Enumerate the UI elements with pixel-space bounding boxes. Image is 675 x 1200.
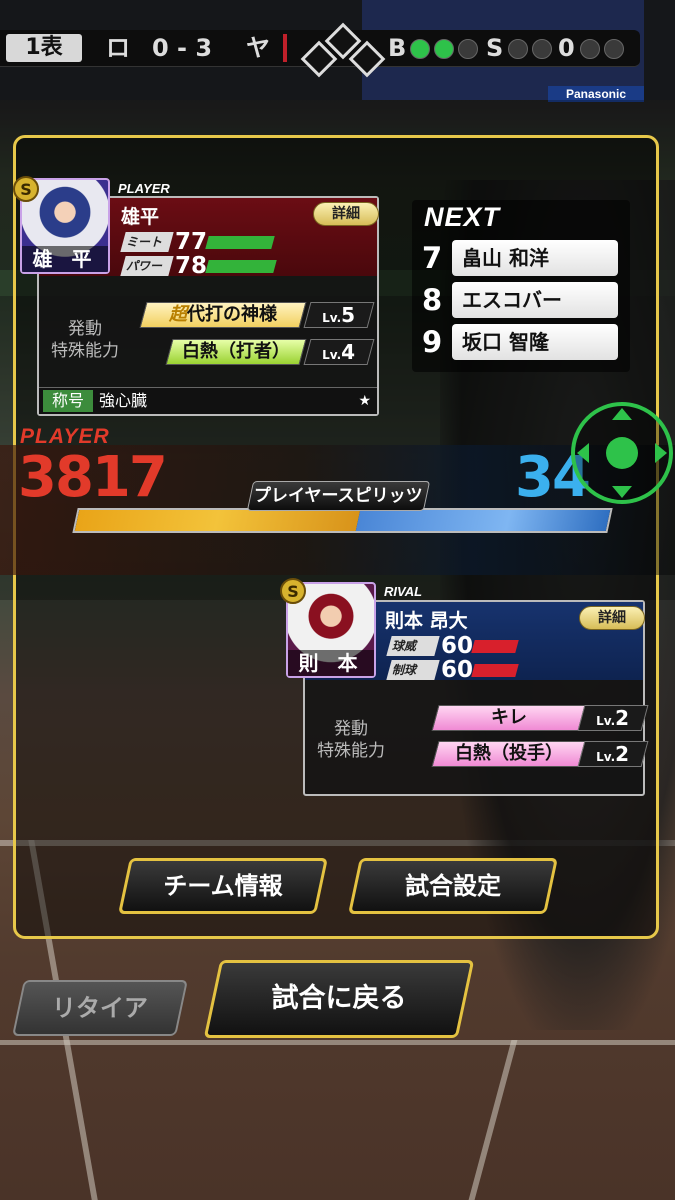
ability-kire-level: Lv.2 xyxy=(577,705,649,731)
rival-avatar-name: 則 本 xyxy=(288,650,374,676)
dpad-icon[interactable] xyxy=(571,402,673,504)
power-bar xyxy=(205,260,277,273)
meet-label: ミート xyxy=(120,232,174,252)
back-to-game-label: 試合に戻る xyxy=(271,983,407,1014)
scoreboard: Panasonic 1表 ロ 0 - 3 ヤ B S 0 xyxy=(0,0,675,102)
power-value: 78 xyxy=(175,253,208,279)
rival-tag: RIVAL xyxy=(384,584,423,599)
rival-ability-header: 発動 特殊能力 xyxy=(317,719,385,761)
ability-hakunetsu-pitcher[interactable]: 白熱（投手） xyxy=(431,741,587,767)
ability-daida[interactable]: 超代打の神様 xyxy=(139,302,307,328)
next-batter-number: 9 xyxy=(422,325,443,359)
rival-name: 則本 昂大 xyxy=(385,610,468,632)
velocity-value: 60 xyxy=(441,633,474,659)
spirits-balance-bar xyxy=(72,508,613,533)
retire-button[interactable]: リタイア xyxy=(12,980,188,1036)
ability-hakunetsu-batter-name: 白熱（打者） xyxy=(182,341,290,362)
out-dot-1 xyxy=(580,39,600,59)
score: 0 - 3 xyxy=(152,34,213,62)
rival-detail-button[interactable]: 詳細 xyxy=(579,606,645,630)
rank-s-icon: S xyxy=(280,578,306,604)
ability-kire-name: キレ xyxy=(491,707,527,728)
ability-hakunetsu-pitcher-level: Lv.2 xyxy=(577,741,649,767)
ball-dot-2 xyxy=(434,39,454,59)
lv-value: 2 xyxy=(615,742,630,766)
control-value: 60 xyxy=(441,657,474,683)
next-batter-name: 畠山 和洋 xyxy=(452,240,618,276)
ability-hakunetsu-batter[interactable]: 白熱（打者） xyxy=(165,339,307,365)
back-to-game-button[interactable]: 試合に戻る xyxy=(203,960,475,1038)
player-ability-header: 発動 特殊能力 xyxy=(51,319,119,361)
ability-daida-name: 代打の神様 xyxy=(187,304,277,325)
next-batter-number: 8 xyxy=(422,283,443,317)
inning-indicator: 1表 xyxy=(6,34,82,62)
lv-prefix: Lv. xyxy=(322,348,342,362)
bases-icon xyxy=(300,22,386,78)
dpad-up-arrow-icon[interactable] xyxy=(612,408,632,420)
out-dot-2 xyxy=(604,39,624,59)
ball-dot-1 xyxy=(410,39,430,59)
dpad-right-arrow-icon[interactable] xyxy=(655,443,667,463)
home-team: ヤ xyxy=(246,34,270,62)
batting-side-marker xyxy=(283,34,287,62)
ability-hakunetsu-pitcher-name: 白熱（投手） xyxy=(455,743,563,764)
dpad-center[interactable] xyxy=(606,437,638,469)
match-settings-button[interactable]: 試合設定 xyxy=(348,858,558,914)
strikes-label: S xyxy=(486,34,504,62)
next-batter-name: 坂口 智隆 xyxy=(452,324,618,360)
player-tag: PLAYER xyxy=(118,181,170,196)
lv-prefix: Lv. xyxy=(322,311,342,325)
ball-dot-3 xyxy=(458,39,478,59)
lv-value: 5 xyxy=(341,303,356,327)
next-batter-number: 7 xyxy=(422,241,443,275)
spirits-label: プレイヤースピリッツ xyxy=(246,481,431,511)
retire-label: リタイア xyxy=(52,994,148,1022)
strike-dot-2 xyxy=(532,39,552,59)
team-info-button[interactable]: チーム情報 xyxy=(118,858,328,914)
ability-kire[interactable]: キレ xyxy=(431,705,587,731)
away-team: ロ xyxy=(106,34,130,62)
rival-spirits-fill xyxy=(356,510,611,531)
next-title: NEXT xyxy=(424,202,501,232)
dpad-down-arrow-icon[interactable] xyxy=(612,486,632,498)
power-label: パワー xyxy=(120,256,174,276)
match-settings-label: 試合設定 xyxy=(405,872,501,900)
player-title-row: 称号 強心臓 ★ xyxy=(39,387,377,414)
ability-hakunetsu-batter-level: Lv.4 xyxy=(303,339,375,365)
player-name: 雄平 xyxy=(121,206,160,228)
meet-value: 77 xyxy=(175,229,208,255)
control-label: 制球 xyxy=(386,660,440,680)
player-detail-button[interactable]: 詳細 xyxy=(313,202,379,226)
player-spirits-score: 3817 xyxy=(18,445,168,510)
lv-value: 2 xyxy=(615,706,630,730)
lv-prefix: Lv. xyxy=(596,714,616,728)
spirits-label-text: プレイヤースピリッツ xyxy=(254,486,423,506)
rank-s-icon: S xyxy=(13,176,39,202)
team-info-label: チーム情報 xyxy=(163,872,283,900)
ability-daida-level: Lv.5 xyxy=(303,302,375,328)
strike-dot-1 xyxy=(508,39,528,59)
velocity-bar xyxy=(471,640,519,653)
star-icon: ★ xyxy=(358,393,371,409)
outs-count: 0 xyxy=(558,34,575,62)
next-batter-name: エスコバー xyxy=(452,282,618,318)
lv-value: 4 xyxy=(341,340,356,364)
balls-label: B xyxy=(388,34,407,62)
ultra-prefix: 超 xyxy=(169,304,187,325)
velocity-label: 球威 xyxy=(386,636,440,656)
meet-bar xyxy=(205,236,275,249)
title-value: 強心臓 xyxy=(99,391,148,410)
dpad-left-arrow-icon[interactable] xyxy=(577,443,589,463)
player-avatar-name: 雄 平 xyxy=(22,246,108,272)
title-label: 称号 xyxy=(43,390,93,412)
player-spirits-fill xyxy=(74,510,361,531)
lv-prefix: Lv. xyxy=(596,750,616,764)
control-bar xyxy=(471,664,519,677)
